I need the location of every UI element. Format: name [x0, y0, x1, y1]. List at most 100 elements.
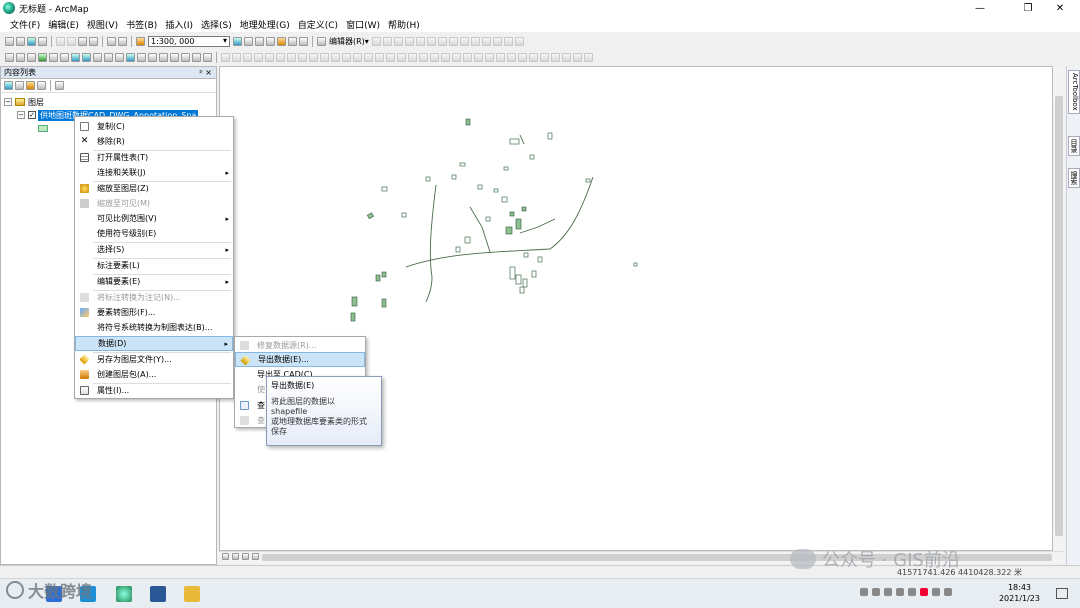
scrollbar-thumb[interactable]	[1055, 96, 1063, 536]
time-slider-icon[interactable]	[203, 53, 212, 62]
arctoolbox-tab[interactable]: ArcToolbox	[1068, 70, 1080, 114]
tray-icon[interactable]	[884, 588, 892, 596]
find-route-icon[interactable]	[181, 53, 190, 62]
cut-polygons-icon[interactable]	[459, 37, 469, 46]
full-extent-icon[interactable]	[38, 53, 47, 62]
georef-tool-20-icon[interactable]	[430, 53, 439, 62]
ctx-convert-features-to-graphics[interactable]: 要素转图形(F)...	[75, 305, 233, 320]
georef-tool-29-icon[interactable]	[529, 53, 538, 62]
list-by-source-icon[interactable]	[15, 81, 24, 90]
split-icon[interactable]	[470, 37, 480, 46]
trace-icon[interactable]	[415, 37, 425, 46]
georef-tool-4-icon[interactable]	[254, 53, 263, 62]
taskbar-arcmap-icon[interactable]	[116, 586, 132, 602]
menu-help[interactable]: 帮助(H)	[384, 18, 424, 31]
save-icon[interactable]	[27, 37, 36, 46]
data-view-icon[interactable]	[222, 553, 229, 560]
close-button[interactable]: ✕	[1040, 0, 1080, 16]
menu-bookmarks[interactable]: 书签(B)	[122, 18, 161, 31]
end-point-arc-icon[interactable]	[404, 37, 414, 46]
ctx-remove[interactable]: ✕ 移除(R)	[75, 134, 233, 149]
ctx-convert-labels[interactable]: 将标注转换为注记(N)...	[75, 290, 233, 305]
tree-root-layers[interactable]: − 图层	[4, 96, 44, 108]
georef-tool-34-icon[interactable]	[584, 53, 593, 62]
delete-icon[interactable]	[89, 37, 98, 46]
fixed-zoom-in-icon[interactable]	[49, 53, 58, 62]
tray-icon[interactable]	[872, 588, 880, 596]
sub-export-data[interactable]: 导出数据(E)...	[235, 352, 365, 367]
ctx-copy[interactable]: 复制(C)	[75, 119, 233, 134]
ctx-zoom-to-layer[interactable]: 缩放至图层(Z)	[75, 181, 233, 196]
redo-icon[interactable]	[118, 37, 127, 46]
editor-toolbar-icon[interactable]	[233, 37, 242, 46]
ctx-edit-features[interactable]: 编辑要素(E) ▸	[75, 274, 233, 289]
undo-icon[interactable]	[107, 37, 116, 46]
georef-tool-6-icon[interactable]	[276, 53, 285, 62]
create-features-icon[interactable]	[514, 37, 524, 46]
forward-extent-icon[interactable]	[82, 53, 91, 62]
ctx-properties[interactable]: 属性(I)...	[75, 383, 233, 398]
menu-file[interactable]: 文件(F)	[6, 18, 44, 31]
map-vertical-scrollbar[interactable]	[1053, 66, 1065, 551]
sketch-properties-icon[interactable]	[503, 37, 513, 46]
map-canvas[interactable]	[219, 66, 1053, 551]
volume-icon[interactable]	[944, 588, 952, 596]
tray-icon[interactable]	[908, 588, 916, 596]
georef-tool-14-icon[interactable]	[364, 53, 373, 62]
toc-options-icon[interactable]	[55, 81, 64, 90]
edit-annotation-icon[interactable]	[382, 37, 392, 46]
straight-segment-icon[interactable]	[393, 37, 403, 46]
refresh-icon[interactable]	[242, 553, 249, 560]
menu-edit[interactable]: 编辑(E)	[44, 18, 83, 31]
menu-geoprocessing[interactable]: 地理处理(G)	[236, 18, 294, 31]
identify-icon[interactable]	[126, 53, 135, 62]
ctx-convert-symbology[interactable]: 将符号系统转换为制图表达(B)...	[75, 320, 233, 335]
menu-view[interactable]: 视图(V)	[83, 18, 122, 31]
georef-tool-26-icon[interactable]	[496, 53, 505, 62]
html-popup-icon[interactable]	[148, 53, 157, 62]
go-to-xy-icon[interactable]	[192, 53, 201, 62]
measure-icon[interactable]	[159, 53, 168, 62]
rotate-icon[interactable]	[481, 37, 491, 46]
back-extent-icon[interactable]	[71, 53, 80, 62]
add-data-icon[interactable]	[136, 37, 145, 46]
fixed-zoom-out-icon[interactable]	[60, 53, 69, 62]
georef-tool-1-icon[interactable]	[221, 53, 230, 62]
search-window-icon[interactable]	[266, 37, 275, 46]
layout-view-icon[interactable]	[232, 553, 239, 560]
map-scale-combobox[interactable]: 1:300, 000	[148, 36, 230, 47]
print-icon[interactable]	[38, 37, 47, 46]
table-of-contents-icon[interactable]	[244, 37, 253, 46]
editor-icon[interactable]	[317, 37, 326, 46]
georef-tool-10-icon[interactable]	[320, 53, 329, 62]
point-icon[interactable]	[426, 37, 436, 46]
toc-pin-close-controls[interactable]: ᵖ ×	[199, 68, 212, 77]
georef-tool-2-icon[interactable]	[232, 53, 241, 62]
georef-tool-11-icon[interactable]	[331, 53, 340, 62]
pause-drawing-icon[interactable]	[252, 553, 259, 560]
ctx-zoom-to-visible[interactable]: 缩放至可见(M)	[75, 196, 233, 211]
edit-vertices-icon[interactable]	[437, 37, 447, 46]
find-icon[interactable]	[170, 53, 179, 62]
ctx-data[interactable]: 数据(D) ▸	[75, 336, 233, 351]
taskbar-word-icon[interactable]	[150, 586, 166, 602]
catalog-tab[interactable]: 目录	[1068, 136, 1080, 156]
georef-tool-16-icon[interactable]	[386, 53, 395, 62]
hyperlink-icon[interactable]	[137, 53, 146, 62]
georef-tool-22-icon[interactable]	[452, 53, 461, 62]
georef-tool-31-icon[interactable]	[551, 53, 560, 62]
tray-app-icon[interactable]	[920, 588, 928, 596]
copy-tool-icon[interactable]	[67, 37, 76, 46]
ctx-use-symbol-levels[interactable]: 使用符号级别(E)	[75, 226, 233, 241]
python-window-icon[interactable]	[288, 37, 297, 46]
georef-tool-13-icon[interactable]	[353, 53, 362, 62]
georef-tool-33-icon[interactable]	[573, 53, 582, 62]
cut-icon[interactable]	[56, 37, 65, 46]
edit-tool-icon[interactable]	[371, 37, 381, 46]
editor-menu[interactable]: 编辑器(R)▾	[329, 36, 369, 47]
arctoolbox-icon[interactable]	[277, 37, 286, 46]
list-by-drawing-order-icon[interactable]	[4, 81, 13, 90]
georef-tool-9-icon[interactable]	[309, 53, 318, 62]
ctx-create-layer-package[interactable]: 创建图层包(A)...	[75, 367, 233, 382]
zoom-in-icon[interactable]	[5, 53, 14, 62]
